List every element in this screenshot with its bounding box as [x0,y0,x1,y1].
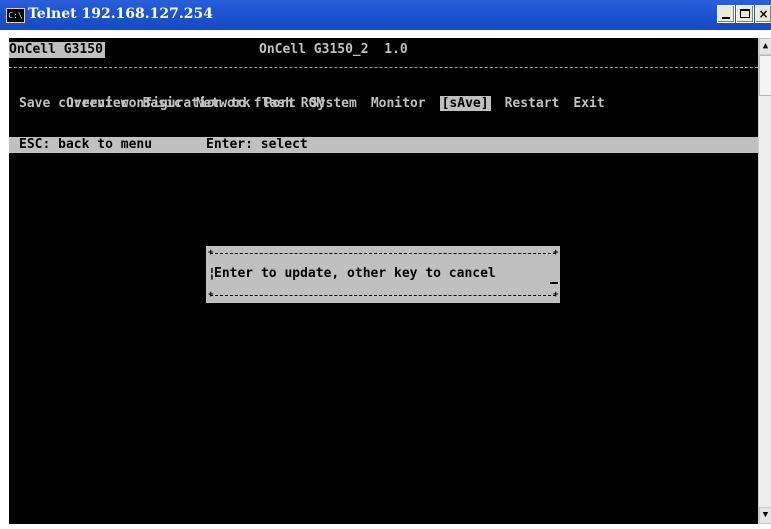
corner-plus: + [208,290,214,300]
maximize-button[interactable] [736,5,754,23]
console-icon[interactable]: C:\ [6,8,25,23]
corner-plus: + [553,290,559,300]
scroll-thumb[interactable] [759,55,771,96]
enter-hint: Enter: select [206,137,308,152]
telnet-window: C:\ Telnet 192.168.127.254 × OnCell G315… [0,0,771,529]
header-divider [9,67,758,68]
status-bar: ESC: back to menu Enter: select [9,137,758,153]
text-cursor [550,270,558,284]
menu-item-save[interactable]: [sAve] [439,96,491,111]
arrow-down-icon: ▼ [762,510,769,520]
scroll-down-button[interactable]: ▼ [759,507,771,524]
corner-plus: + [208,248,214,258]
minimize-button[interactable] [717,5,735,23]
menu-description: Save current configuration to flash ROM [19,96,325,111]
menu-item-monitor[interactable]: Monitor [371,96,426,111]
window-title: Telnet 192.168.127.254 [28,6,213,22]
dialog-border-bottom [210,295,556,296]
corner-plus: + [553,248,559,258]
minimize-icon [722,17,730,19]
menu-item-restart[interactable]: Restart [505,96,560,111]
console-area[interactable]: OnCell G3150 OnCell G3150_2 1.0 Overview… [9,38,758,524]
window-frame-left [0,30,9,529]
menu-item-exit[interactable]: Exit [573,96,604,111]
close-button[interactable]: × [755,5,771,23]
confirm-dialog[interactable]: + + ¦ Enter to update, other key to canc… [206,246,560,303]
maximize-icon [740,9,750,18]
device-name: OnCell G3150 [9,42,105,58]
esc-hint: ESC: back to menu [19,137,153,152]
dialog-border-top [210,253,556,254]
vertical-scrollbar[interactable]: ▲ ▼ [758,38,771,524]
window-frame-bottom [0,524,771,529]
dialog-message: Enter to update, other key to cancel [214,266,496,281]
close-icon: × [758,7,769,21]
arrow-up-icon: ▲ [762,41,769,51]
scroll-up-button[interactable]: ▲ [759,38,771,55]
device-info: OnCell G3150_2 1.0 [259,42,408,57]
title-bar[interactable]: C:\ Telnet 192.168.127.254 × [0,0,771,30]
